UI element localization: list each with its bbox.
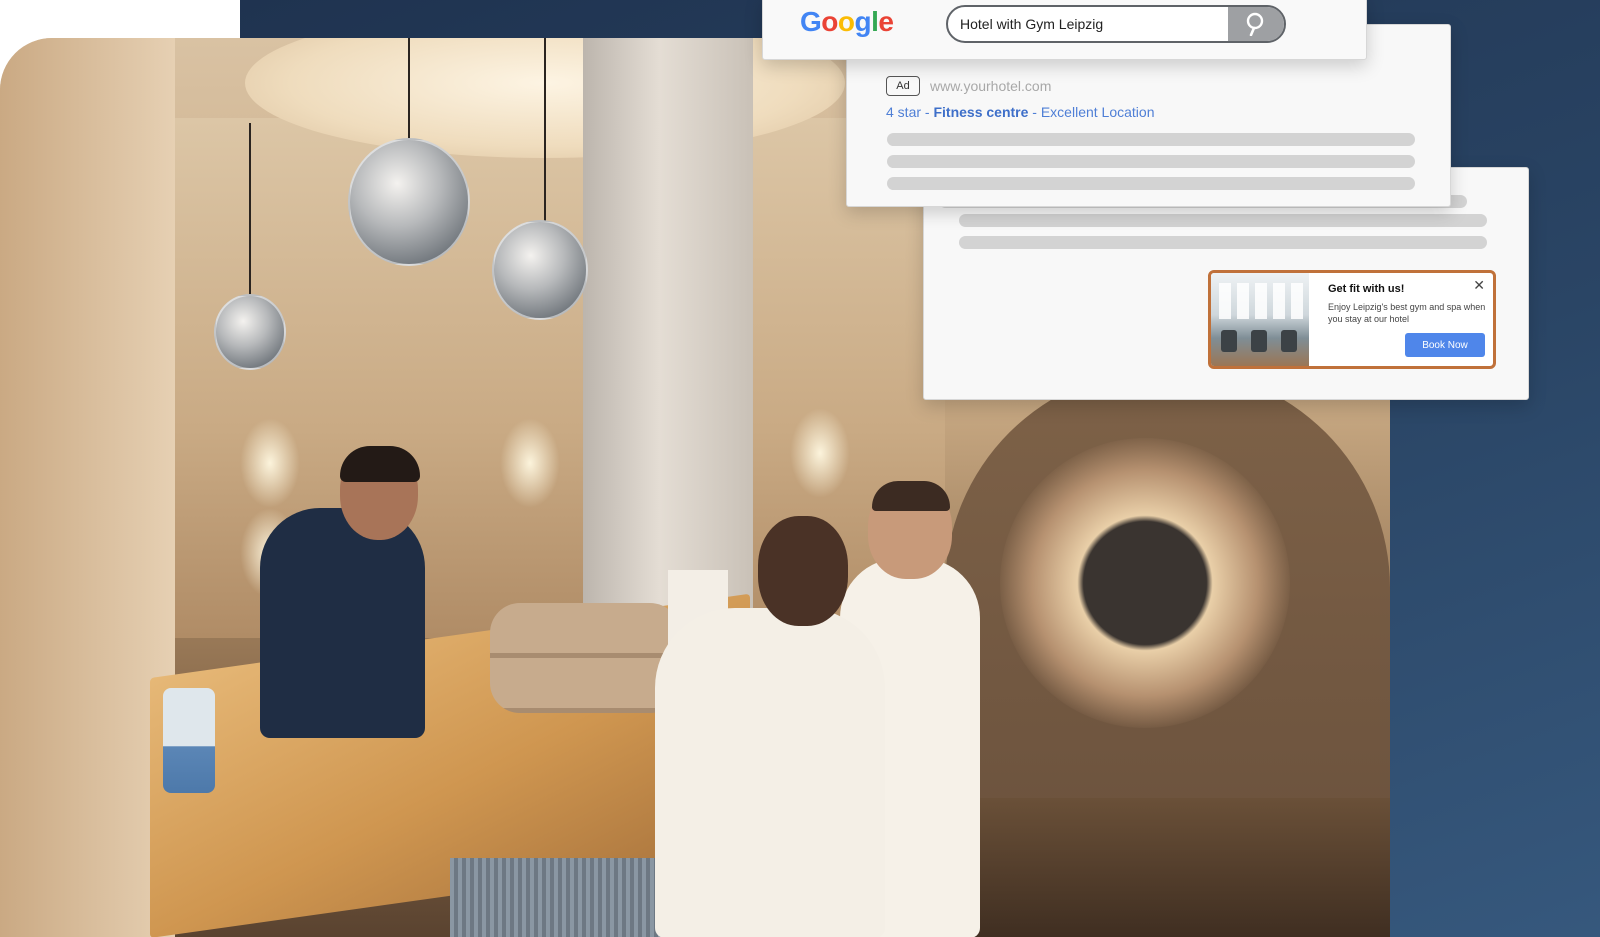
receptionist xyxy=(260,508,425,738)
display-ad-popup[interactable]: Get fit with us! Enjoy Leipzig's best gy… xyxy=(1208,270,1496,369)
ad-badge: Ad xyxy=(886,76,920,96)
placeholder-line xyxy=(959,214,1487,227)
magnifier-icon xyxy=(1246,12,1264,36)
placeholder-line xyxy=(887,155,1415,168)
guest-in-robe xyxy=(655,608,885,937)
ad-headline-link[interactable]: 4 star - Fitness centre - Excellent Loca… xyxy=(886,104,1154,120)
popup-title: Get fit with us! xyxy=(1328,283,1405,295)
close-icon[interactable]: ✕ xyxy=(1473,277,1485,294)
search-input[interactable] xyxy=(948,7,1230,41)
search-bar xyxy=(946,5,1286,43)
pendant-lamp xyxy=(348,138,470,266)
google-logo: Google xyxy=(800,6,894,37)
ad-url[interactable]: www.yourhotel.com xyxy=(930,78,1051,94)
placeholder-line xyxy=(887,177,1415,190)
sanitizer-bottle xyxy=(163,688,215,793)
popup-description: Enjoy Leipzig's best gym and spa when yo… xyxy=(1328,302,1486,324)
placeholder-line xyxy=(887,133,1415,146)
search-button[interactable] xyxy=(1228,7,1284,41)
placeholder-line xyxy=(959,236,1487,249)
rolled-towels xyxy=(490,603,680,713)
pendant-lamp xyxy=(214,294,286,370)
pendant-lamp xyxy=(492,220,588,320)
book-now-button[interactable]: Book Now xyxy=(1405,333,1485,357)
round-mirror xyxy=(1000,438,1290,728)
gym-photo xyxy=(1211,273,1309,366)
